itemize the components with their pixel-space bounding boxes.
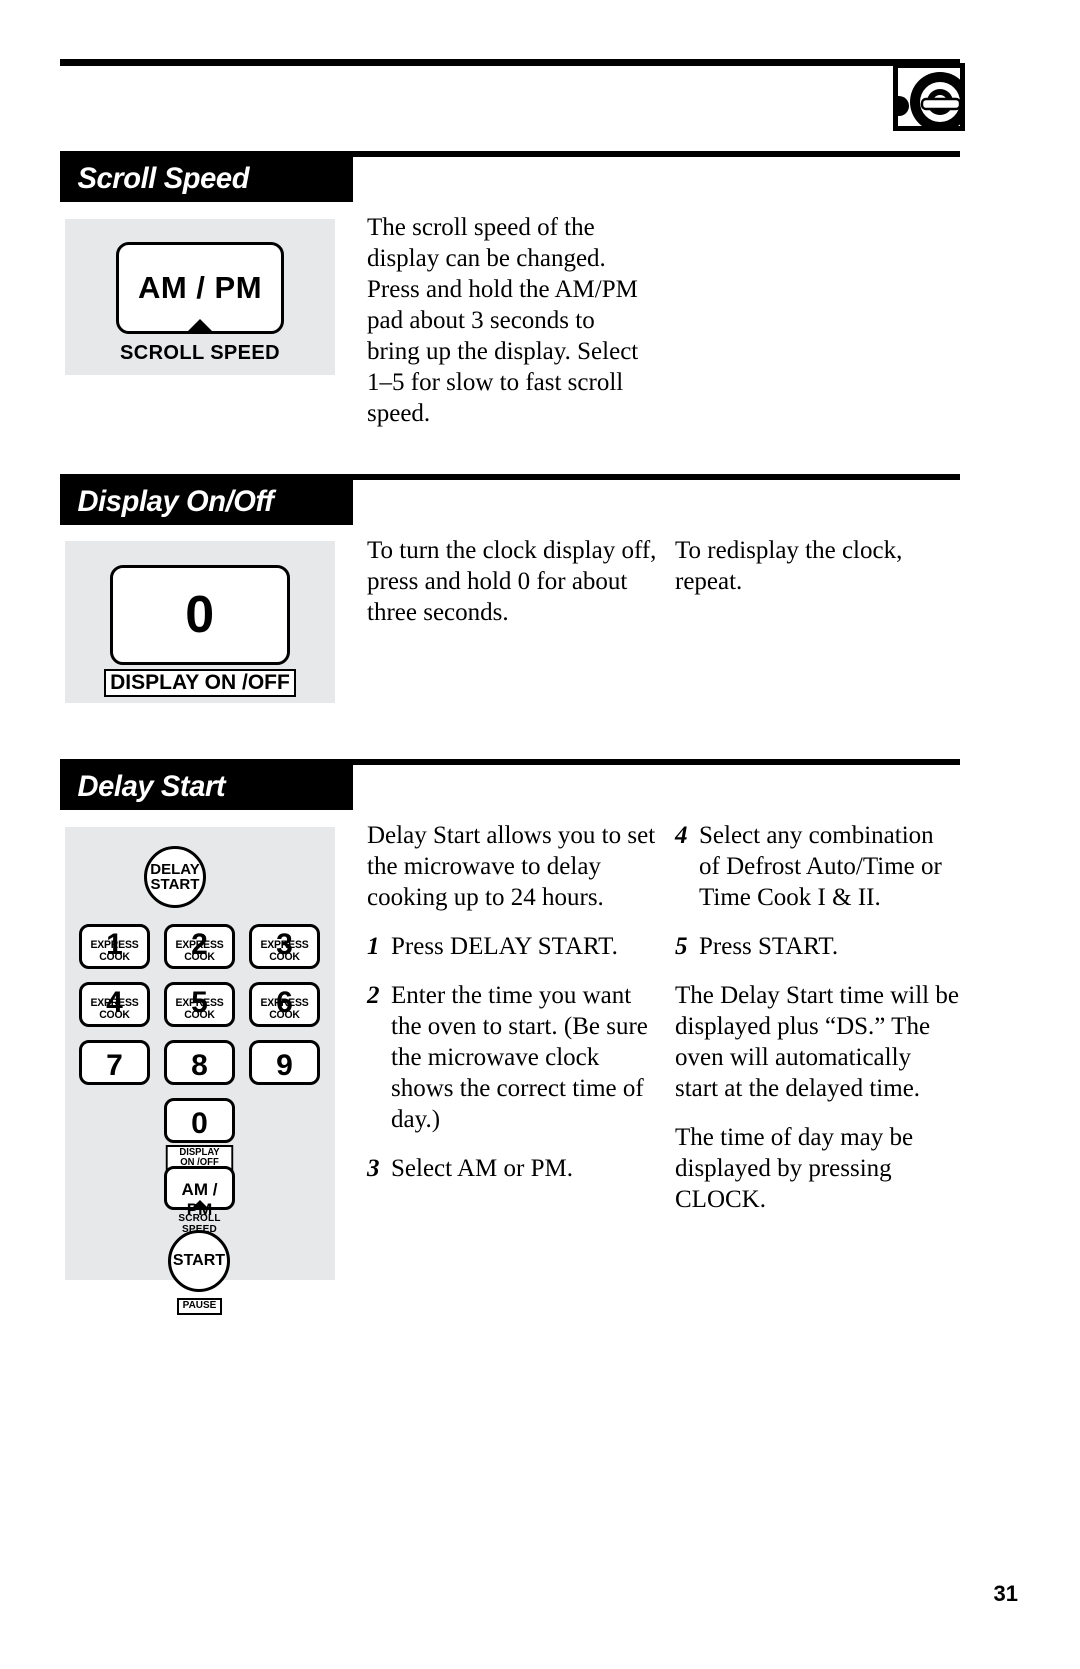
keypad-ampm-key[interactable]: AM / PM (164, 1166, 235, 1219)
display-on-off-illustration-panel: 0 DISPLAY ON /OFF (65, 541, 335, 703)
keypad-key-2-sub: EXPRESS COOK (175, 939, 224, 963)
display-on-off-text-column-2: To redisplay the clock, repeat. (675, 535, 955, 615)
keypad-key-6-sub: EXPRESS COOK (260, 997, 309, 1021)
delay-start-intro: Delay Start allows you to set the microw… (367, 822, 656, 911)
delay-start-text-column-2: 4 Select any combination of Defrost Auto… (675, 820, 960, 1233)
keypad-key-2[interactable]: 2 EXPRESS COOK (164, 924, 235, 969)
section-header-delay-start: Delay Start (60, 763, 353, 810)
ampm-key-label: AM / PM (137, 270, 263, 305)
display-on-off-key-sublabel: DISPLAY ON /OFF (104, 669, 296, 697)
keypad-pause-sub-wrap: PAUSE (164, 1295, 235, 1315)
keypad-key-0-digit: 0 (191, 1107, 208, 1140)
display-on-off-key-sublabel-wrap: DISPLAY ON /OFF (65, 669, 335, 697)
display-on-off-paragraph-1: To turn the clock display off, press and… (367, 537, 657, 626)
delay-start-step-2-text: Enter the time you want the oven to star… (391, 982, 648, 1133)
ge-monogram-icon (910, 72, 960, 126)
delay-start-note-1: The Delay Start time will be displayed p… (675, 982, 959, 1102)
keypad-illustration-panel: DELAY START 1 EXPRESS COOK 2 EXPRESS COO… (65, 827, 335, 1315)
keypad-start-key[interactable]: START (168, 1230, 230, 1292)
ampm-key-graphic[interactable]: AM / PM (116, 242, 284, 334)
delay-start-key-line1: DELAY (150, 860, 200, 878)
delay-start-step-4: 4 Select any combination of Defrost Auto… (675, 820, 960, 913)
keypad-key-4[interactable]: 4 EXPRESS COOK (79, 982, 150, 1027)
display-on-off-text-column-1: To turn the clock display off, press and… (367, 535, 657, 646)
section-title-scroll-speed: Scroll Speed (77, 161, 250, 195)
delay-start-step-5-text: Press START. (699, 933, 839, 960)
keypad-key-1-sub: EXPRESS COOK (90, 939, 139, 963)
delay-start-step-2: 2 Enter the time you want the oven to st… (367, 980, 657, 1135)
keypad-key-3[interactable]: 3 EXPRESS COOK (249, 924, 320, 969)
key-notch-icon (187, 319, 213, 332)
keypad-key-0[interactable]: 0 (164, 1098, 235, 1143)
keypad-key-1[interactable]: 1 EXPRESS COOK (79, 924, 150, 969)
delay-start-step-5-number: 5 (675, 933, 688, 960)
keypad-key-7-digit: 7 (106, 1049, 123, 1082)
manual-page: Scroll Speed AM / PM SCROLL SPEED The sc… (0, 0, 1080, 1669)
scroll-speed-illustration-panel: AM / PM SCROLL SPEED (65, 219, 335, 375)
keypad-key-6[interactable]: 6 EXPRESS COOK (249, 982, 320, 1027)
keypad-key-5-sub: EXPRESS COOK (175, 997, 224, 1021)
delay-start-key-line2: START (150, 876, 200, 893)
delay-start-step-4-number: 4 (675, 822, 688, 849)
delay-start-step-1: 1 Press DELAY START. (367, 931, 657, 962)
scroll-speed-paragraph: The scroll speed of the display can be c… (367, 214, 639, 427)
keypad-key-8[interactable]: 8 (164, 1040, 235, 1085)
delay-start-step-3: 3 Select AM or PM. (367, 1153, 657, 1184)
delay-start-step-3-number: 3 (367, 1155, 380, 1182)
delay-start-step-3-text: Select AM or PM. (391, 1155, 573, 1182)
delay-start-step-5: 5 Press START. (675, 931, 960, 962)
keypad-start-key-sub: PAUSE (176, 1298, 223, 1315)
section-header-display-on-off: Display On/Off (60, 478, 353, 525)
keypad-ampm-notch-icon (191, 1200, 208, 1208)
keypad-key-3-sub: EXPRESS COOK (260, 939, 309, 963)
top-divider-rule (60, 59, 960, 66)
delay-start-step-4-text: Select any combination of Defrost Auto/T… (699, 822, 942, 911)
delay-start-note-2: The time of day may be displayed by pres… (675, 1124, 914, 1213)
zero-key-label: 0 (185, 586, 215, 644)
delay-start-step-2-number: 2 (367, 982, 380, 1009)
keypad-key-7[interactable]: 7 (79, 1040, 150, 1085)
keypad-key-5[interactable]: 5 EXPRESS COOK (164, 982, 235, 1027)
delay-start-text-column-1: Delay Start allows you to set the microw… (367, 820, 657, 1202)
delay-start-step-1-text: Press DELAY START. (391, 933, 618, 960)
section-title-delay-start: Delay Start (77, 769, 226, 803)
scroll-speed-text-column: The scroll speed of the display can be c… (367, 212, 647, 447)
page-number: 31 (993, 1581, 1018, 1606)
ge-logo (893, 63, 965, 131)
keypad-key-9[interactable]: 9 (249, 1040, 320, 1085)
section-title-display-on-off: Display On/Off (77, 484, 274, 518)
delay-start-key[interactable]: DELAY START (144, 846, 206, 908)
keypad-key-8-digit: 8 (191, 1049, 208, 1082)
section-header-scroll-speed: Scroll Speed (60, 155, 353, 202)
display-on-off-paragraph-2: To redisplay the clock, repeat. (675, 537, 903, 595)
keypad-key-4-sub: EXPRESS COOK (90, 997, 139, 1021)
scroll-speed-key-sublabel: SCROLL SPEED (119, 342, 280, 364)
delay-start-step-1-number: 1 (367, 933, 380, 960)
keypad-start-key-label: START (172, 1251, 226, 1269)
zero-key-graphic[interactable]: 0 (110, 565, 290, 665)
keypad-key-9-digit: 9 (276, 1049, 293, 1082)
